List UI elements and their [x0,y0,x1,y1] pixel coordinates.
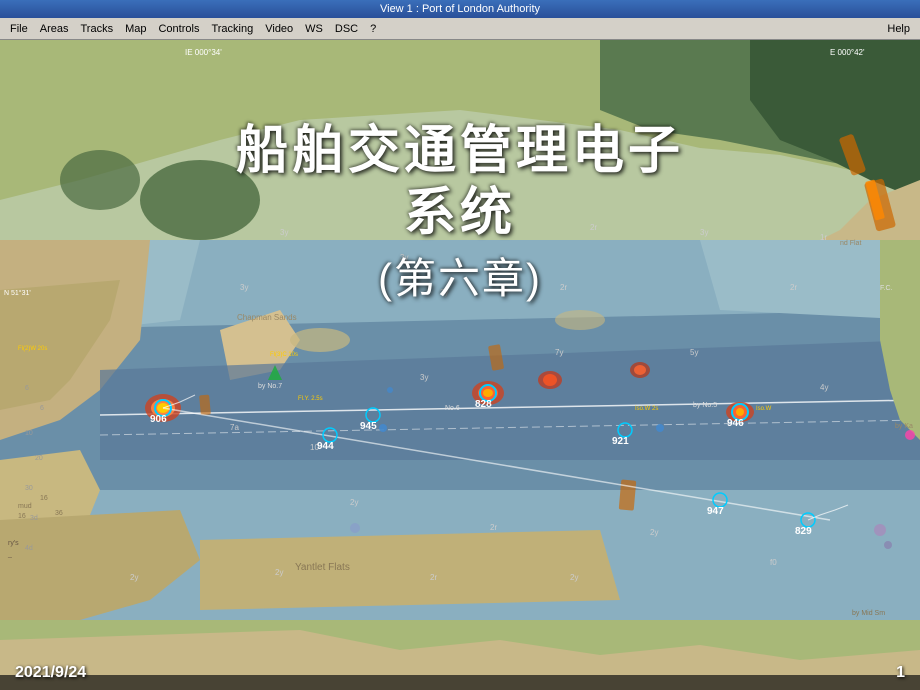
svg-text:4y: 4y [820,383,828,392]
title-bar: View 1 : Port of London Authority [0,0,920,18]
menu-help-q[interactable]: ? [364,21,382,37]
map-svg: by No.7 No.6 by No.5 Fl(2)W 20s Fl(3)C 1… [0,40,920,690]
menu-ws[interactable]: WS [299,21,329,37]
svg-text:F.C.: F.C. [880,285,893,292]
svg-text:2r: 2r [560,283,567,292]
svg-text:5y: 5y [690,348,698,357]
svg-text:10: 10 [25,430,33,437]
svg-text:36: 36 [55,510,63,517]
svg-text:3y: 3y [280,228,288,237]
svg-text:Iso.W: Iso.W [756,406,772,412]
svg-text:by Ka: by Ka [895,423,913,430]
svg-text:7a: 7a [230,423,239,432]
svg-text:Iso.W 2s: Iso.W 2s [635,406,658,412]
svg-text:7y: 7y [555,348,563,357]
svg-text:2r: 2r [590,223,597,232]
svg-text:30: 30 [25,485,33,492]
window-title: View 1 : Port of London Authority [380,3,540,15]
svg-text:mud: mud [18,503,32,510]
menu-controls[interactable]: Controls [152,21,205,37]
map-container[interactable]: by No.7 No.6 by No.5 Fl(2)W 20s Fl(3)C 1… [0,40,920,690]
svg-text:944: 944 [317,441,334,452]
date-label: 2021/9/24 [15,664,86,682]
svg-text:_: _ [7,551,12,558]
svg-text:nd Flat: nd Flat [840,240,861,247]
svg-text:2y: 2y [130,573,138,582]
svg-text:4d: 4d [25,545,33,552]
menu-help[interactable]: Help [881,21,916,37]
svg-text:2r: 2r [790,283,797,292]
menu-tracking[interactable]: Tracking [205,21,259,37]
svg-text:by No.7: by No.7 [258,383,282,390]
svg-text:1r: 1r [820,233,827,242]
menu-map[interactable]: Map [119,21,152,37]
svg-text:2r: 2r [490,523,497,532]
svg-text:Yantlet Flats: Yantlet Flats [295,562,350,573]
svg-text:3y: 3y [400,253,408,262]
svg-text:2y: 2y [350,498,358,507]
svg-text:N 51°31': N 51°31' [4,289,31,297]
svg-text:20: 20 [35,455,43,462]
menu-file[interactable]: File [4,21,34,37]
svg-text:947: 947 [707,506,724,517]
svg-text:828: 828 [475,399,492,410]
svg-text:16: 16 [40,495,48,502]
page-number: 1 [896,664,905,682]
svg-text:f0: f0 [770,558,777,567]
svg-text:2y: 2y [275,568,283,577]
svg-text:3y: 3y [420,373,428,382]
svg-text:3y: 3y [440,288,448,297]
svg-text:Fl(3)C 10s: Fl(3)C 10s [270,352,298,358]
svg-text:by Mid Sm: by Mid Sm [852,610,885,617]
svg-text:3y: 3y [240,283,248,292]
svg-text:2y: 2y [650,528,658,537]
svg-text:6: 6 [25,385,29,392]
svg-text:16: 16 [18,513,26,520]
svg-text:2r: 2r [430,573,437,582]
svg-text:2y: 2y [570,573,578,582]
svg-text:Fl(2)W 20s: Fl(2)W 20s [18,346,47,352]
svg-text:IE 000°34': IE 000°34' [185,48,222,57]
svg-text:by No.5: by No.5 [693,402,717,409]
svg-text:E 000°42': E 000°42' [830,48,865,57]
svg-text:No.6: No.6 [445,405,460,412]
svg-text:Fl.Y. 2.5s: Fl.Y. 2.5s [298,396,323,402]
svg-text:946: 946 [727,418,744,429]
menu-areas[interactable]: Areas [34,21,75,37]
menu-video[interactable]: Video [259,21,299,37]
svg-text:921: 921 [612,436,629,447]
svg-text:ry's: ry's [8,540,19,547]
menu-bar: File Areas Tracks Map Controls Tracking … [0,18,920,40]
svg-text:Chapman Sands: Chapman Sands [237,313,297,322]
svg-text:945: 945 [360,421,377,432]
svg-text:6: 6 [40,405,44,412]
svg-text:829: 829 [795,526,812,537]
svg-text:3d: 3d [30,515,38,522]
svg-text:906: 906 [150,414,167,425]
menu-dsc[interactable]: DSC [329,21,364,37]
menu-tracks[interactable]: Tracks [74,21,119,37]
svg-text:3y: 3y [700,228,708,237]
